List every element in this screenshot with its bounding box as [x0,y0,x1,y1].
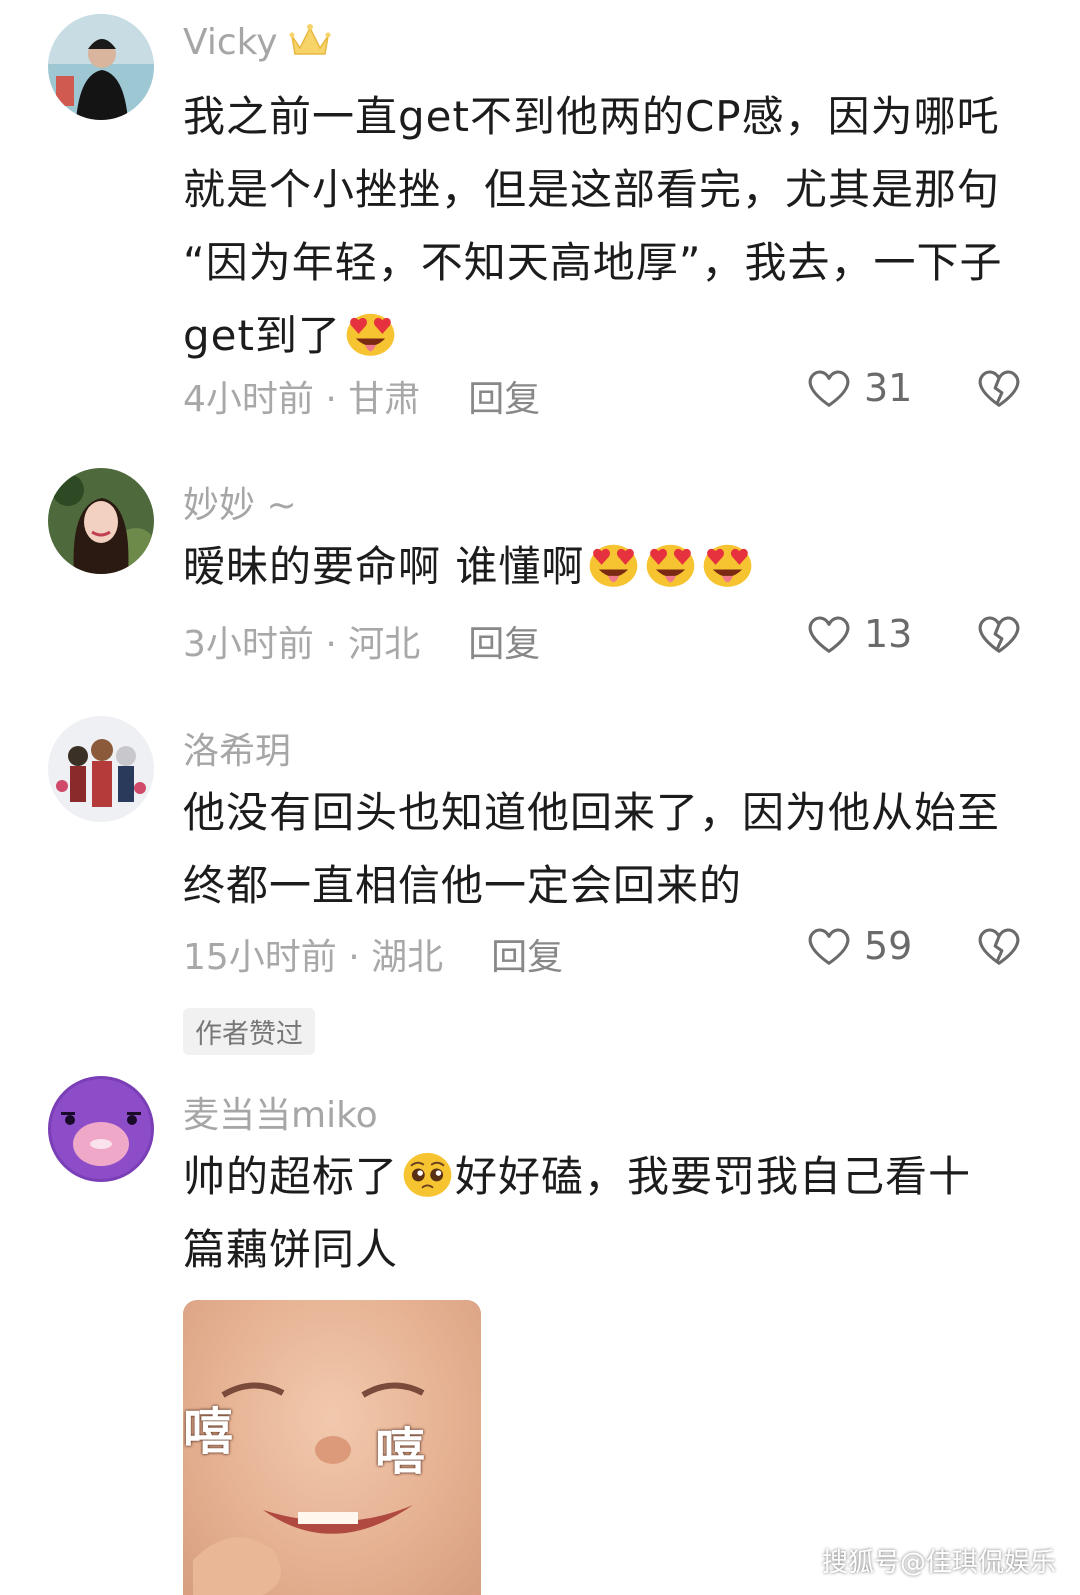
user-avatar[interactable] [48,716,154,822]
broken-heart-icon [976,612,1022,656]
comment-text: 他没有回头也知道他回来了，因为他从始至 终都一直相信他一定会回来的 [183,788,1001,910]
like-count: 31 [864,366,913,410]
user-avatar[interactable] [48,1076,154,1182]
comment-meta: 4小时前 · 甘肃 回复 [183,379,541,420]
watermark: 搜狐号@佳琪侃娱乐 [821,1548,1056,1578]
like-button[interactable]: 59 [806,924,912,968]
dislike-button[interactable] [976,612,1022,660]
author-liked-badge: 作者赞过 [183,1008,315,1055]
heart-eyes-emoji [343,308,398,358]
username[interactable]: 洛希玥 [183,722,291,774]
reply-button[interactable]: 回复 [468,379,540,420]
reply-button[interactable]: 回复 [491,937,563,978]
comment-meta: 15小时前 · 湖北 回复 [183,937,564,978]
crown-icon [289,22,331,67]
username[interactable]: Vicky [183,22,331,67]
pleading-face-emoji [400,1149,455,1199]
like-button[interactable]: 13 [806,612,912,656]
sticker-caption: 嘻 [183,1403,233,1461]
broken-heart-icon [976,366,1022,410]
user-avatar[interactable] [48,468,154,574]
heart-outline-icon [806,366,852,410]
username[interactable]: 麦当当miko [183,1086,378,1138]
dislike-button[interactable] [976,366,1022,414]
heart-eyes-emoji [586,539,641,589]
comment-text: 暧昧的要命啊 谁懂啊 [183,530,1028,603]
comment-meta: 3小时前 · 河北 回复 [183,624,541,665]
reply-button[interactable]: 回复 [468,624,540,665]
sticker-caption: 嘻 [375,1423,425,1481]
heart-outline-icon [806,612,852,656]
comment-text: 我之前一直get不到他两的CP感，因为哪吒 就是个小挫挫，但是这部看完，尤其是那… [183,92,1003,360]
heart-eyes-emoji [643,539,698,589]
heart-eyes-emoji [700,539,755,589]
like-button[interactable]: 31 [806,366,912,410]
like-count: 13 [864,612,913,656]
username[interactable]: 妙妙 ~ [183,476,297,528]
like-count: 59 [864,924,913,968]
dislike-button[interactable] [976,924,1022,972]
user-avatar[interactable] [48,14,154,120]
broken-heart-icon [976,924,1022,968]
heart-outline-icon [806,924,852,968]
sticker-image[interactable]: 嘻 嘻 [183,1300,481,1595]
comment-text: 帅的超标了 好好磕，我要罚我自己看十 篇藕饼同人 [183,1140,1028,1286]
